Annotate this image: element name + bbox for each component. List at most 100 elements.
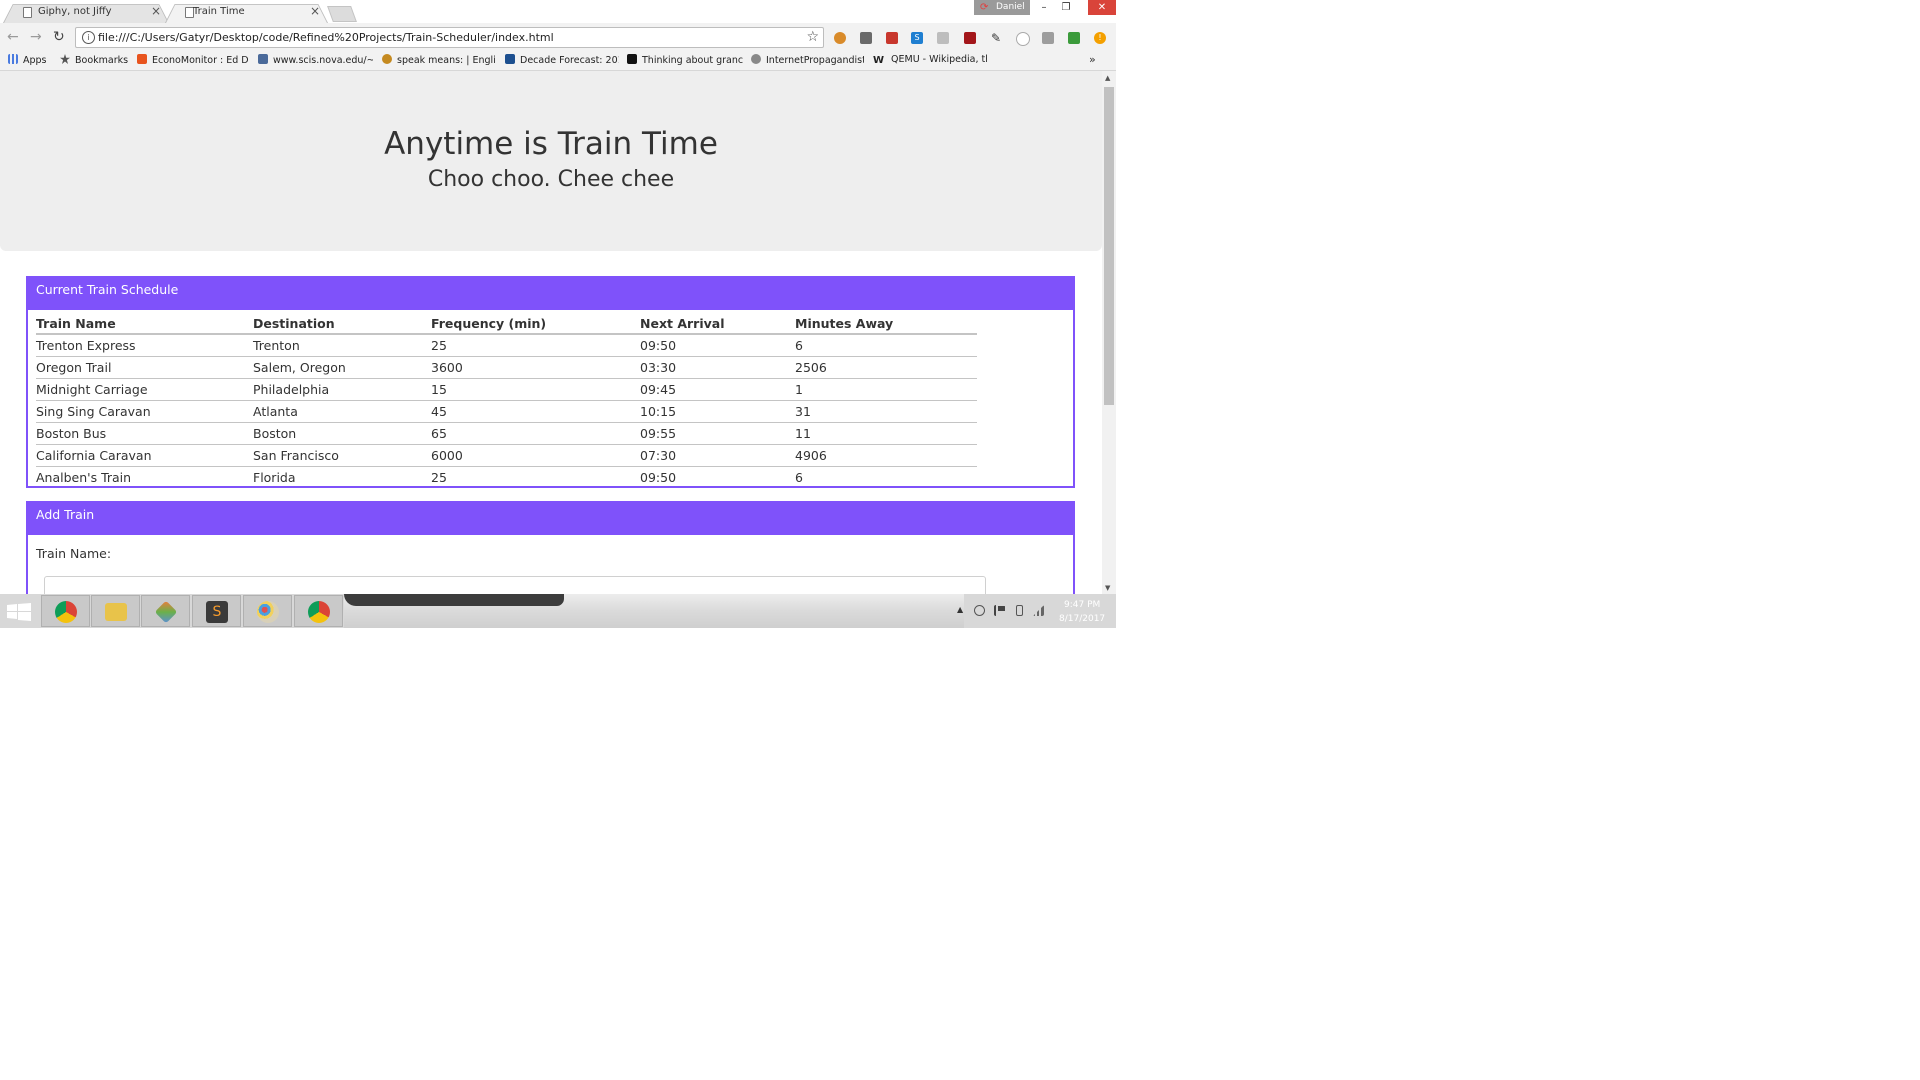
bookmark-apps[interactable]: Apps bbox=[8, 54, 56, 66]
taskbar-explorer-button[interactable] bbox=[91, 595, 140, 627]
profile-name: Daniel bbox=[996, 2, 1025, 12]
bookmark-label: www.scis.nova.edu/~ bbox=[273, 55, 373, 66]
windows-start-icon[interactable] bbox=[7, 603, 31, 621]
signal-icon[interactable] bbox=[1033, 605, 1044, 616]
economonitor-icon bbox=[137, 54, 147, 64]
tab-giphy[interactable]: Giphy, not Jiffy × bbox=[3, 1, 169, 23]
add-train-panel-title: Add Train bbox=[36, 507, 95, 522]
wikipedia-icon: W bbox=[873, 55, 885, 66]
bookmark-star-icon[interactable]: ☆ bbox=[806, 29, 819, 45]
bookmark-decade-forecast[interactable]: Decade Forecast: 201 bbox=[505, 54, 619, 66]
more-bookmarks-chevron-icon[interactable]: » bbox=[1089, 53, 1096, 66]
bookmark-economonitor[interactable]: EconoMonitor : Ed D bbox=[137, 54, 250, 66]
eg-icon bbox=[627, 54, 637, 64]
restore-button[interactable]: ❐ bbox=[1055, 0, 1077, 15]
cell-next-arrival: 10:15 bbox=[640, 400, 795, 423]
close-tab-icon[interactable]: × bbox=[310, 4, 320, 18]
eyedropper-icon[interactable]: ✎ bbox=[990, 32, 1002, 44]
profile-button[interactable]: ⟳ Daniel bbox=[974, 0, 1030, 15]
cell-train-name: Midnight Carriage bbox=[36, 378, 253, 401]
sublime-text-icon: S bbox=[206, 601, 228, 623]
reload-button[interactable]: ↻ bbox=[53, 30, 65, 44]
table-row: California Caravan San Francisco 6000 07… bbox=[36, 444, 977, 467]
cell-frequency: 3600 bbox=[431, 356, 640, 379]
tray-expand-icon[interactable]: ▲ bbox=[957, 605, 963, 614]
cell-minutes-away: 31 bbox=[795, 400, 977, 423]
address-bar[interactable]: i file:///C:/Users/Gatyr/Desktop/code/Re… bbox=[75, 27, 824, 48]
bookmark-qemu[interactable]: W QEMU - Wikipedia, th bbox=[873, 54, 987, 66]
cell-frequency: 45 bbox=[431, 400, 640, 423]
schedule-panel-title: Current Train Schedule bbox=[36, 282, 179, 297]
vertical-scrollbar[interactable]: ▲ ▼ bbox=[1102, 71, 1116, 594]
red-extension-icon[interactable] bbox=[886, 32, 898, 44]
cell-next-arrival: 07:30 bbox=[640, 444, 795, 467]
green-extension-icon[interactable] bbox=[1068, 32, 1080, 44]
cell-destination: Boston bbox=[253, 422, 431, 445]
bookmark-label: EconoMonitor : Ed D bbox=[152, 55, 249, 66]
cell-next-arrival: 09:50 bbox=[640, 334, 795, 357]
bookmark-internet-propagandist[interactable]: InternetPropagandist bbox=[751, 54, 864, 66]
taskbar-chrome-button-2[interactable] bbox=[294, 595, 343, 627]
train-name-input[interactable] bbox=[44, 576, 986, 594]
taskbar-chrome-button[interactable] bbox=[41, 595, 90, 627]
table-row: Sing Sing Caravan Atlanta 45 10:15 31 bbox=[36, 400, 977, 423]
page-subtitle: Choo choo. Chee chee bbox=[427, 167, 675, 192]
cell-train-name: California Caravan bbox=[36, 444, 253, 467]
taskbar-gitkraken-button[interactable] bbox=[141, 595, 190, 627]
window-close-button[interactable]: ✕ bbox=[1088, 0, 1116, 15]
train-name-label: Train Name: bbox=[36, 546, 112, 561]
add-train-panel: Add Train Train Name: bbox=[26, 501, 1075, 594]
battery-icon[interactable] bbox=[1016, 605, 1023, 616]
scroll-down-arrow-icon[interactable]: ▼ bbox=[1105, 584, 1110, 592]
cell-destination: Trenton bbox=[253, 334, 431, 357]
taskbar-sublime-button[interactable]: S bbox=[192, 595, 241, 627]
scroll-up-arrow-icon[interactable]: ▲ bbox=[1105, 74, 1110, 82]
cookie-extension-icon[interactable] bbox=[834, 32, 846, 44]
bookmark-label: Bookmarks bbox=[75, 55, 129, 66]
close-tab-icon[interactable]: × bbox=[151, 4, 161, 18]
grid-extension-icon[interactable] bbox=[1042, 32, 1054, 44]
cell-next-arrival: 03:30 bbox=[640, 356, 795, 379]
bookmark-label: Apps bbox=[23, 55, 47, 66]
paint-palette-icon bbox=[257, 601, 279, 623]
new-tab-button[interactable] bbox=[327, 6, 357, 22]
tab-label: Giphy, not Jiffy bbox=[38, 6, 112, 17]
table-row: Boston Bus Boston 65 09:55 11 bbox=[36, 422, 977, 445]
ublock-shield-icon[interactable] bbox=[964, 32, 976, 44]
header-frequency: Frequency (min) bbox=[431, 313, 640, 335]
taskbar-paint-button[interactable] bbox=[243, 595, 292, 627]
info-icon[interactable]: i bbox=[82, 31, 95, 44]
forward-button[interactable]: → bbox=[30, 30, 42, 44]
clock-date[interactable]: 8/17/2017 bbox=[1059, 614, 1105, 624]
bookmark-thinking[interactable]: Thinking about granc bbox=[627, 54, 743, 66]
network-globe-icon[interactable] bbox=[974, 605, 985, 616]
flag-icon[interactable] bbox=[994, 605, 1005, 616]
minimize-button[interactable]: – bbox=[1033, 0, 1055, 15]
scrollbar-thumb[interactable] bbox=[1104, 87, 1114, 405]
cell-frequency: 25 bbox=[431, 470, 447, 485]
cell-minutes-away: 11 bbox=[795, 422, 977, 445]
cell-minutes-away: 1 bbox=[795, 378, 977, 401]
lock-extension-icon[interactable] bbox=[860, 32, 872, 44]
cell-frequency: 6000 bbox=[431, 444, 640, 467]
bookmark-folder[interactable]: Bookmarks bbox=[60, 54, 132, 66]
cell-next-arrival: 09:45 bbox=[640, 378, 795, 401]
bookmark-speak-means[interactable]: speak means: | Englis bbox=[382, 54, 496, 66]
cell-frequency: 25 bbox=[431, 334, 640, 357]
scis-icon bbox=[258, 54, 268, 64]
circle-extension-icon[interactable] bbox=[1016, 32, 1030, 46]
url-text[interactable]: file:///C:/Users/Gatyr/Desktop/code/Refi… bbox=[98, 31, 554, 44]
clock-time[interactable]: 9:47 PM bbox=[1064, 600, 1100, 610]
s-extension-icon[interactable]: S bbox=[911, 32, 923, 44]
chat-extension-icon[interactable] bbox=[937, 32, 949, 44]
browser-toolbar: ← → ↻ i file:///C:/Users/Gatyr/Desktop/c… bbox=[0, 23, 1116, 52]
back-button[interactable]: ← bbox=[7, 30, 19, 44]
cell-next-arrival: 09:50 bbox=[640, 470, 677, 485]
folder-icon bbox=[105, 603, 127, 621]
bookmark-scis-nova[interactable]: www.scis.nova.edu/~ bbox=[258, 54, 373, 66]
menu-alert-icon[interactable]: ! bbox=[1094, 32, 1106, 44]
table-row: Oregon Trail Salem, Oregon 3600 03:30 25… bbox=[36, 356, 977, 379]
page-title: Anytime is Train Time bbox=[384, 126, 718, 162]
cell-destination: Philadelphia bbox=[253, 378, 431, 401]
tab-train-time[interactable]: Train Time × bbox=[165, 1, 328, 23]
